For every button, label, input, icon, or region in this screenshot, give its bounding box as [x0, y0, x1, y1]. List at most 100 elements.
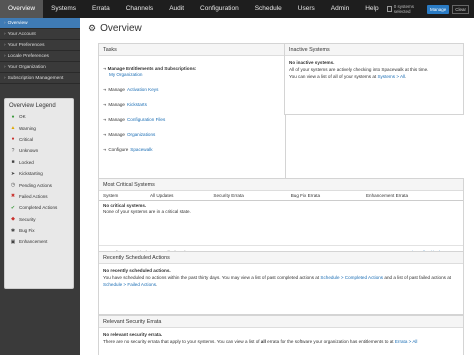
task-entitlements: ➜ Manage Entitlements and Subscriptions:…	[99, 66, 285, 77]
chevron-right-icon: ›	[4, 65, 6, 70]
nav-channels[interactable]: Channels	[118, 0, 161, 18]
legend-item-warning: ▲ Warning	[10, 125, 36, 132]
sidebar-item-your-organization[interactable]: › Your Organization	[0, 62, 80, 73]
sidebar-item-locale-preferences[interactable]: › Locale Preferences	[0, 51, 80, 62]
nav-overview[interactable]: Overview	[0, 0, 44, 18]
column-header-all-updates[interactable]: All Updates	[145, 191, 210, 201]
nav-systems[interactable]: Systems	[43, 0, 84, 18]
legend-item-bug-fix: ✱ Bug Fix	[10, 227, 35, 234]
shield-icon: ◆	[11, 216, 15, 223]
manage-button[interactable]: Manage	[426, 4, 450, 14]
arrow-icon: ➜	[103, 66, 107, 71]
relevant-security-errata-title: Relevant Security Errata	[99, 316, 463, 328]
failed-icon: ✖	[10, 193, 16, 200]
tasks-panel-title: Tasks	[99, 44, 285, 56]
column-header-security-errata[interactable]: Security Errata	[209, 191, 287, 201]
clear-button[interactable]: Clear	[452, 4, 469, 14]
inactive-systems-heading: No inactive systems.	[289, 60, 335, 65]
completed-icon: ✔	[10, 204, 16, 211]
chevron-right-icon: ›	[4, 54, 6, 59]
nav-configuration[interactable]: Configuration	[192, 0, 247, 18]
task-organizations: ➜ Manage Organizations	[103, 132, 156, 137]
arrow-icon: ➜	[103, 117, 107, 122]
task-link-my-organization[interactable]: My Organization	[103, 72, 285, 77]
chevron-right-icon: ›	[4, 43, 6, 48]
bug-icon: ✱	[10, 227, 16, 234]
nav-errata[interactable]: Errata	[84, 0, 118, 18]
clock-icon: ◷	[10, 182, 16, 189]
enhancement-icon: ▣	[10, 238, 16, 245]
task-link-configuration-files[interactable]: Configuration Files	[127, 117, 165, 122]
chevron-right-icon: ›	[4, 76, 6, 81]
legend-item-critical: ● Critical	[11, 136, 34, 143]
legend-item-security: ◆ Security	[11, 216, 36, 223]
failed-actions-link[interactable]: Schedule > Failed Actions	[103, 282, 156, 287]
rocket-icon: ➤	[10, 170, 16, 177]
task-link-activation-keys[interactable]: Activation Keys	[127, 87, 158, 92]
inactive-systems-panel: Inactive Systems No inactive systems. Al…	[284, 43, 464, 115]
legend-item-locked: ■ Locked	[11, 159, 34, 166]
legend-item-pending-actions: ◷ Pending Actions	[10, 182, 52, 189]
critical-icon: ●	[11, 136, 15, 143]
top-navigation-bar: Overview Systems Errata Channels Audit C…	[0, 0, 474, 18]
task-link-spacewalk[interactable]: Spacewalk	[130, 147, 152, 152]
most-critical-systems-title: Most Critical Systems	[99, 179, 463, 191]
arrow-icon: ➜	[103, 87, 107, 92]
critical-systems-table: System All Updates Security Errata Bug F…	[99, 191, 463, 201]
nav-users[interactable]: Users	[290, 0, 323, 18]
main-content: ⚙ Overview Tasks ➜ Manage Entitlements a…	[80, 18, 474, 355]
nav-schedule[interactable]: Schedule	[247, 0, 290, 18]
warning-icon: ▲	[10, 125, 16, 132]
legend-item-unknown: ? Unknown	[11, 147, 39, 154]
chevron-right-icon: ›	[4, 21, 6, 26]
inactive-systems-title: Inactive Systems	[285, 44, 463, 56]
legend-item-completed-actions: ✔ Completed Actions	[10, 204, 58, 211]
task-spacewalk: ➜ Configure Spacewalk	[103, 147, 153, 152]
no-critical-heading: No critical systems.	[103, 203, 147, 208]
gear-icon: ⚙	[88, 23, 97, 33]
nav-admin[interactable]: Admin	[323, 0, 357, 18]
task-configuration-files: ➜ Manage Configuration Files	[103, 117, 166, 122]
relevant-security-errata-panel: Relevant Security Errata No relevant sec…	[98, 315, 464, 355]
system-icon	[386, 6, 392, 12]
recently-scheduled-actions-panel: Recently Scheduled Actions No recently s…	[98, 251, 464, 315]
sidebar-item-your-account[interactable]: › Your Account	[0, 29, 80, 40]
legend-item-enhancement: ▣ Enhancement	[10, 238, 48, 245]
task-kickstarts: ➜ Manage Kickstarts	[103, 102, 147, 107]
systems-selected-text: 0 systems selected	[393, 4, 415, 14]
legend-item-ok: ● OK	[11, 113, 26, 120]
legend-item-kickstarting: ➤ Kickstarting	[10, 170, 43, 177]
task-activation-keys: ➜ Manage Activation Keys	[103, 87, 159, 92]
nav-help[interactable]: Help	[357, 0, 386, 18]
sidebar: › Overview › Your Account › Your Preference…	[0, 18, 80, 355]
page-title: ⚙ Overview	[88, 23, 142, 34]
overview-legend: Overview Legend ● OK ▲ Warning ● Critical ?…	[4, 98, 74, 289]
arrow-icon: ➜	[103, 102, 107, 107]
tasks-panel: Tasks ➜ Manage Entitlements and Subscrip…	[98, 43, 286, 181]
column-header-bug-fix-errata[interactable]: Bug Fix Errata	[286, 191, 362, 201]
sidebar-item-your-preferences[interactable]: › Your Preferences	[0, 40, 80, 51]
chevron-right-icon: ›	[4, 32, 6, 37]
task-link-organizations[interactable]: Organizations	[127, 132, 155, 137]
check-icon: ●	[11, 113, 15, 120]
unknown-icon: ?	[11, 147, 15, 154]
column-header-system[interactable]: System	[99, 191, 146, 201]
arrow-icon: ➜	[103, 147, 107, 152]
legend-item-failed-actions: ✖ Failed Actions	[10, 193, 48, 200]
systems-all-link[interactable]: Systems > All	[377, 74, 405, 79]
completed-actions-link[interactable]: Schedule > Completed Actions	[320, 275, 383, 280]
most-critical-systems-panel: Most Critical Systems System All Updates…	[98, 178, 464, 260]
sidebar-item-overview[interactable]: › Overview	[0, 18, 80, 29]
sidebar-item-subscription-management[interactable]: › Subscription Management	[0, 73, 80, 84]
no-scheduled-heading: No recently scheduled actions.	[103, 268, 171, 273]
page-title-text: Overview	[100, 23, 142, 34]
nav-audit[interactable]: Audit	[161, 0, 192, 18]
no-errata-heading: No relevant security errata.	[103, 332, 163, 337]
errata-all-link[interactable]: Errata > All	[395, 339, 418, 344]
systems-selected-indicator: 0 systems selected	[386, 4, 424, 14]
column-header-enhancement-errata[interactable]: Enhancement Errata	[361, 191, 463, 201]
lock-icon: ■	[11, 159, 15, 166]
task-link-kickstarts[interactable]: Kickstarts	[127, 102, 147, 107]
arrow-icon: ➜	[103, 132, 107, 137]
recently-scheduled-actions-title: Recently Scheduled Actions	[99, 252, 463, 264]
